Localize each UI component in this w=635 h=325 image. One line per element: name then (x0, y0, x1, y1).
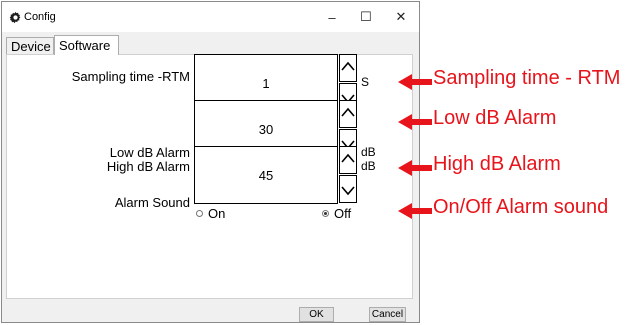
window-title: Config (24, 11, 56, 23)
alarm-sound-off-label: Off (334, 206, 352, 221)
gear-icon (9, 11, 21, 24)
alarm-sound-on-label: On (208, 206, 226, 221)
config-window: Config – ☐ ✕ Device Software Sampling ti… (1, 1, 420, 323)
chevron-up-icon[interactable] (339, 100, 357, 128)
arrow-left-icon (398, 114, 432, 130)
alarm-sound-off-option[interactable]: Off (322, 206, 351, 221)
high-db-alarm-unit: dB (361, 159, 376, 173)
tab-device[interactable]: Device (6, 37, 54, 55)
chevron-down-icon[interactable] (339, 175, 357, 203)
ok-button[interactable]: OK (299, 307, 334, 322)
sampling-time-unit: S (361, 75, 370, 89)
chevron-up-icon[interactable] (339, 54, 357, 82)
low-db-alarm-label: Low dB Alarm (109, 145, 190, 160)
annotation-high-db-text: High dB Alarm (433, 153, 561, 175)
arrow-left-icon (398, 160, 432, 176)
tab-software[interactable]: Software (54, 35, 119, 55)
alarm-sound-label: Alarm Sound (114, 195, 190, 210)
sampling-time-label: Sampling time -RTM (71, 69, 190, 84)
low-db-alarm-unit: dB (361, 145, 376, 159)
high-db-alarm-label: High dB Alarm (106, 159, 190, 174)
close-button[interactable]: ✕ (388, 8, 414, 26)
annotation-sampling-text: Sampling time - RTM (433, 67, 621, 89)
alarm-sound-on-option[interactable]: On (196, 206, 225, 221)
annotation-alarm-sound-text: On/Off Alarm sound (433, 196, 609, 218)
high-db-alarm-input[interactable]: 45 (194, 146, 338, 204)
arrow-left-icon (398, 74, 432, 90)
title-bar: Config – ☐ ✕ (2, 2, 419, 32)
arrow-left-icon (398, 203, 432, 219)
minimize-button[interactable]: – (319, 8, 345, 26)
annotation-low-db-text: Low dB Alarm (433, 107, 557, 129)
alarm-sound-on-radio[interactable] (196, 210, 203, 217)
maximize-button[interactable]: ☐ (353, 8, 379, 26)
high-db-alarm-spinner (339, 146, 357, 204)
alarm-sound-off-radio[interactable] (322, 210, 329, 217)
cancel-button[interactable]: Cancel (369, 307, 406, 322)
chevron-up-icon[interactable] (339, 146, 357, 174)
